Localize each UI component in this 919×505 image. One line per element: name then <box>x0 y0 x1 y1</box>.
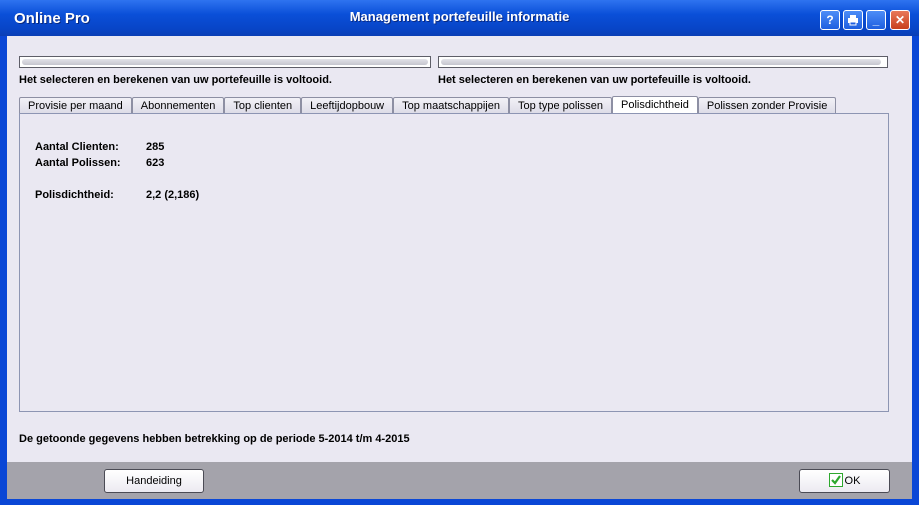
tab-top-type-polissen[interactable]: Top type polissen <box>508 97 612 114</box>
close-button[interactable]: ✕ <box>890 10 910 30</box>
print-button[interactable] <box>843 10 863 30</box>
client-area: Het selecteren en berekenen van uw porte… <box>7 36 912 462</box>
minimize-button[interactable]: _ <box>866 10 886 30</box>
period-text: De getoonde gegevens hebben betrekking o… <box>19 433 410 445</box>
policies-label: Aantal Polissen: <box>35 157 121 169</box>
tab-provisie-per-maand[interactable]: Provisie per maand <box>19 97 132 114</box>
tab-leeftijdopbouw[interactable]: Leeftijdopbouw <box>301 97 394 114</box>
tab-polisdichtheid[interactable]: Polisdichtheid <box>611 96 698 114</box>
tab-strip: Provisie per maand Abonnementen Top clie… <box>19 96 837 114</box>
tab-top-clienten[interactable]: Top clienten <box>224 97 302 114</box>
policies-value: 623 <box>146 157 165 169</box>
tab-polissen-zonder-provisie[interactable]: Polissen zonder Provisie <box>697 97 837 114</box>
tab-top-maatschappijen[interactable]: Top maatschappijen <box>393 97 509 114</box>
button-bar: Handeiding OK <box>7 462 912 499</box>
density-label: Polisdichtheid: <box>35 189 114 201</box>
progress-fill-right <box>441 59 881 65</box>
minimize-icon: _ <box>872 13 880 27</box>
clients-label: Aantal Clienten: <box>35 141 119 153</box>
progress-text-left: Het selecteren en berekenen van uw porte… <box>19 74 332 86</box>
progress-fill-left <box>22 59 428 65</box>
density-value: 2,2 (2,186) <box>146 189 200 201</box>
main-window: Online Pro Management portefeuille infor… <box>0 0 919 505</box>
checkmark-icon <box>828 473 843 488</box>
progress-bar-right <box>438 56 888 68</box>
title-bar[interactable]: Online Pro Management portefeuille infor… <box>0 0 919 36</box>
help-button[interactable]: ? <box>820 10 840 30</box>
tab-abonnementen[interactable]: Abonnementen <box>131 97 225 114</box>
ok-label: OK <box>844 475 861 487</box>
manual-button[interactable]: Handeiding <box>104 469 204 493</box>
close-icon: ✕ <box>894 13 906 27</box>
tab-panel-polisdichtheid: Aantal Clienten: 285 Aantal Polissen: 62… <box>19 113 889 412</box>
progress-text-right: Het selecteren en berekenen van uw porte… <box>438 74 751 86</box>
clients-value: 285 <box>146 141 165 153</box>
window-title: Management portefeuille informatie <box>349 9 570 24</box>
progress-bar-left <box>19 56 431 68</box>
ok-button[interactable]: OK <box>799 469 890 493</box>
help-icon: ? <box>826 13 834 27</box>
printer-icon <box>848 15 858 26</box>
